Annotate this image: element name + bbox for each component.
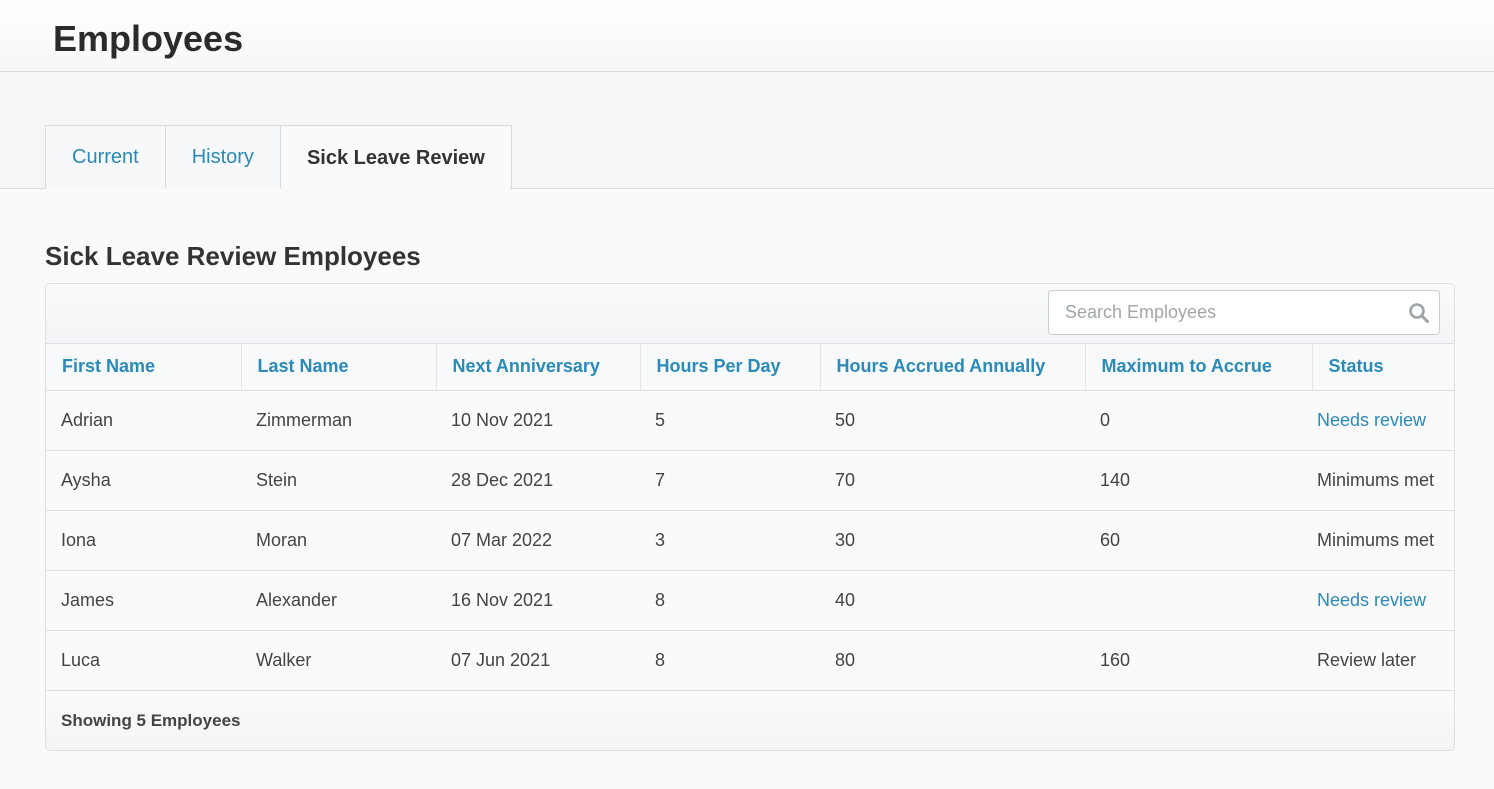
cell-maximum-to-accrue [1085, 570, 1312, 631]
cell-first-name: Iona [46, 510, 241, 571]
table-row: James Alexander 16 Nov 2021 8 40 Needs r… [46, 570, 1454, 631]
table-row: Adrian Zimmerman 10 Nov 2021 5 50 0 Need… [46, 390, 1454, 451]
cell-status: Needs review [1312, 390, 1454, 451]
panel-footer: Showing 5 Employees [46, 690, 1454, 750]
cell-maximum-to-accrue: 140 [1085, 450, 1312, 511]
cell-next-anniversary: 16 Nov 2021 [436, 570, 640, 631]
cell-first-name: Adrian [46, 390, 241, 451]
column-header-next-anniversary[interactable]: Next Anniversary [436, 344, 641, 391]
cell-status: Review later [1312, 630, 1454, 691]
cell-next-anniversary: 07 Mar 2022 [436, 510, 640, 571]
cell-first-name: James [46, 570, 241, 631]
tab-current[interactable]: Current [45, 125, 166, 189]
cell-status: Minimums met [1312, 450, 1454, 511]
page-header: Employees [0, 0, 1494, 72]
column-header-hours-per-day[interactable]: Hours Per Day [640, 344, 821, 391]
cell-maximum-to-accrue: 60 [1085, 510, 1312, 571]
section-title: Sick Leave Review Employees [45, 241, 421, 271]
cell-hours-accrued-annually: 70 [820, 450, 1085, 511]
cell-next-anniversary: 10 Nov 2021 [436, 390, 640, 451]
column-header-hours-accrued-annually[interactable]: Hours Accrued Annually [820, 344, 1086, 391]
column-header-status[interactable]: Status [1312, 344, 1454, 391]
tab-bar: Current History Sick Leave Review [0, 72, 1494, 190]
cell-next-anniversary: 07 Jun 2021 [436, 630, 640, 691]
cell-last-name: Stein [241, 450, 436, 511]
cell-status: Minimums met [1312, 510, 1454, 571]
panel-toolbar [46, 284, 1454, 344]
table-row: Iona Moran 07 Mar 2022 3 30 60 Minimums … [46, 510, 1454, 571]
tab-sick-leave-review[interactable]: Sick Leave Review [280, 125, 512, 190]
page-title: Employees [53, 18, 244, 59]
cell-hours-accrued-annually: 50 [820, 390, 1085, 451]
employees-panel: First Name Last Name Next Anniversary Ho… [45, 283, 1455, 751]
cell-hours-accrued-annually: 40 [820, 570, 1085, 631]
search-icon[interactable] [1408, 302, 1430, 324]
cell-maximum-to-accrue: 160 [1085, 630, 1312, 691]
cell-last-name: Walker [241, 630, 436, 691]
table-header-row: First Name Last Name Next Anniversary Ho… [46, 344, 1454, 391]
cell-last-name: Zimmerman [241, 390, 436, 451]
cell-first-name: Aysha [46, 450, 241, 511]
column-header-last-name[interactable]: Last Name [241, 344, 437, 391]
cell-maximum-to-accrue: 0 [1085, 390, 1312, 451]
tab-list: Current History Sick Leave Review [45, 125, 512, 190]
column-header-maximum-to-accrue[interactable]: Maximum to Accrue [1085, 344, 1313, 391]
table-row: Aysha Stein 28 Dec 2021 7 70 140 Minimum… [46, 450, 1454, 511]
cell-last-name: Alexander [241, 570, 436, 631]
cell-next-anniversary: 28 Dec 2021 [436, 450, 640, 511]
needs-review-link[interactable]: Needs review [1317, 410, 1426, 430]
cell-hours-per-day: 8 [640, 570, 820, 631]
employee-count-summary: Showing 5 Employees [61, 711, 241, 730]
cell-hours-per-day: 8 [640, 630, 820, 691]
cell-hours-accrued-annually: 30 [820, 510, 1085, 571]
table-row: Luca Walker 07 Jun 2021 8 80 160 Review … [46, 630, 1454, 691]
search-box [1048, 290, 1440, 335]
cell-last-name: Moran [241, 510, 436, 571]
employees-table: First Name Last Name Next Anniversary Ho… [46, 344, 1454, 691]
cell-first-name: Luca [46, 630, 241, 691]
tab-history[interactable]: History [165, 125, 281, 189]
cell-status: Needs review [1312, 570, 1454, 631]
cell-hours-per-day: 7 [640, 450, 820, 511]
cell-hours-per-day: 3 [640, 510, 820, 571]
needs-review-link[interactable]: Needs review [1317, 590, 1426, 610]
search-input[interactable] [1049, 291, 1439, 334]
cell-hours-per-day: 5 [640, 390, 820, 451]
cell-hours-accrued-annually: 80 [820, 630, 1085, 691]
column-header-first-name[interactable]: First Name [46, 344, 242, 391]
